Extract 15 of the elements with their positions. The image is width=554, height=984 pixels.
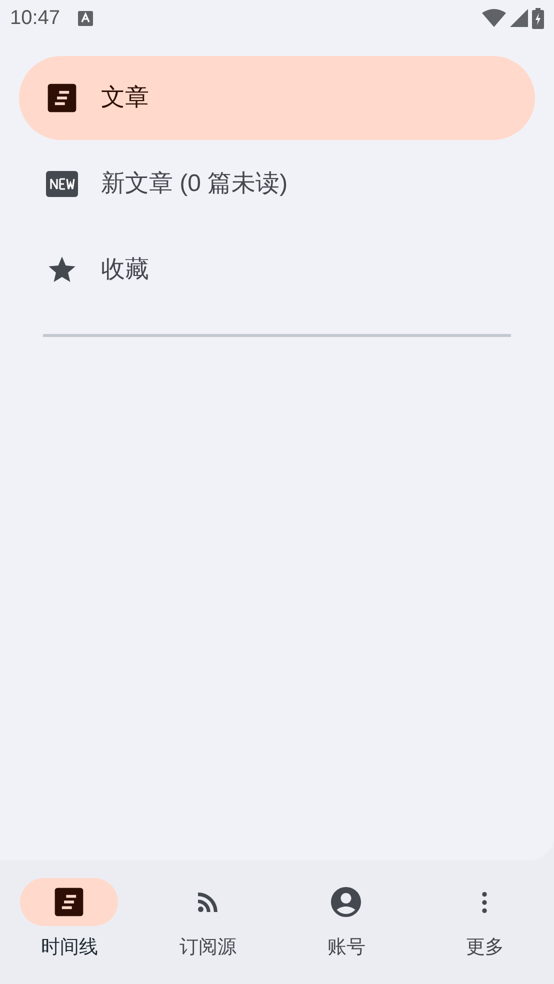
keyboard-notification-icon	[78, 10, 94, 26]
more-icon	[482, 892, 488, 912]
drawer-item[interactable]: 收藏	[19, 228, 535, 312]
wifi-icon	[482, 9, 506, 27]
drawer-item[interactable]: 文章	[19, 56, 535, 140]
nav-tab[interactable]: 订阅源	[138, 878, 277, 984]
new-badge-icon	[46, 171, 78, 197]
battery-icon	[532, 8, 544, 28]
nav-tab[interactable]: 账号	[277, 878, 416, 984]
signal-icon	[510, 9, 528, 27]
status-time: 10:47	[10, 6, 60, 31]
drawer-item[interactable]: 新文章 (0 篇未读)	[19, 142, 535, 226]
article-icon	[45, 81, 79, 115]
nav-tab[interactable]: 时间线	[0, 878, 138, 984]
nav-tab[interactable]: 更多	[416, 878, 554, 984]
